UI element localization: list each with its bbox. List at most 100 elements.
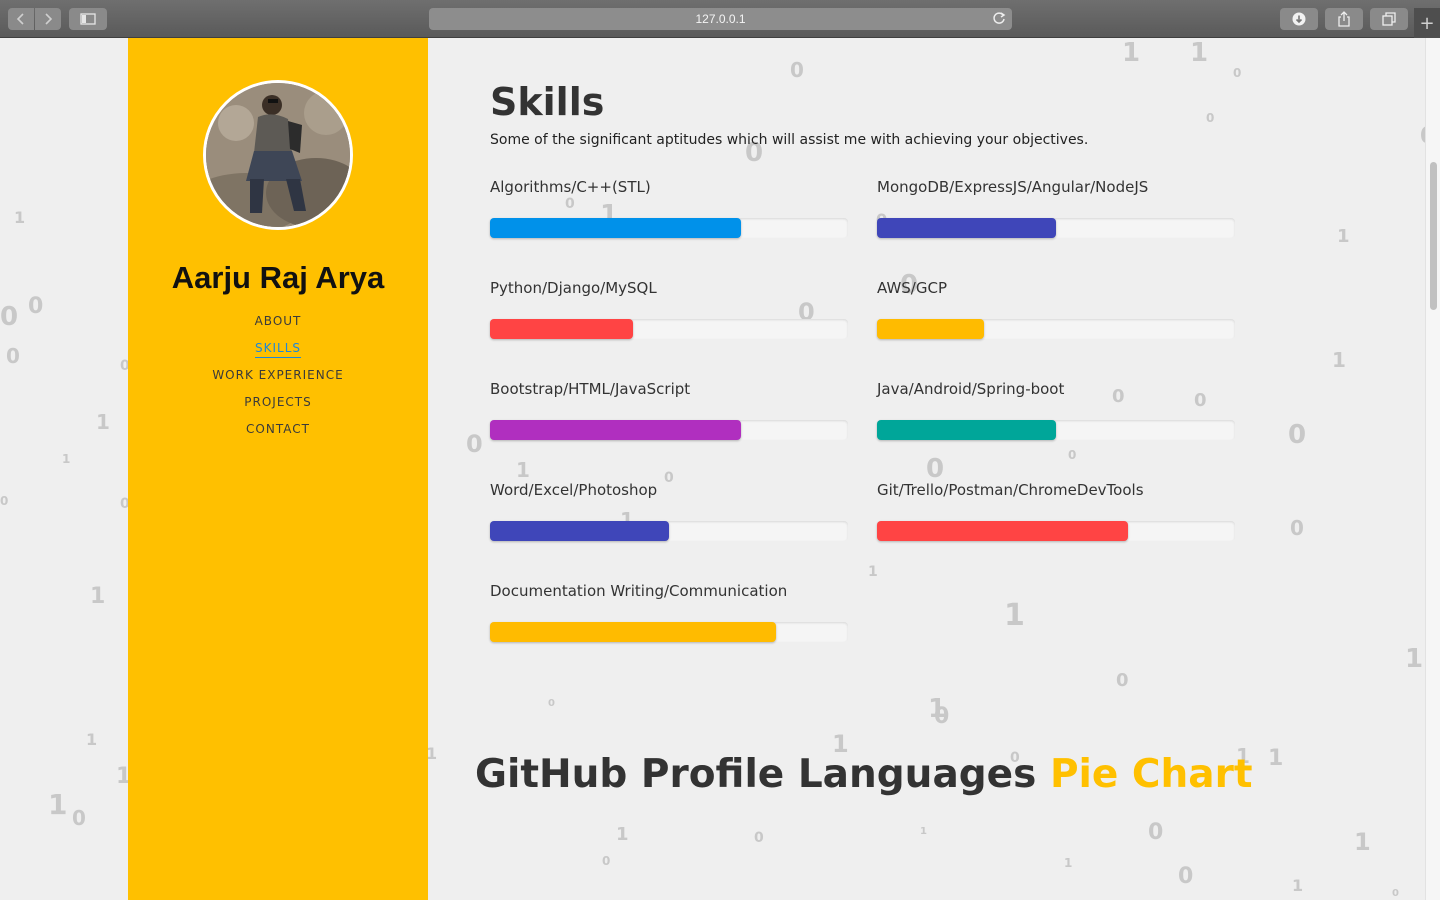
sidebar: Aarju Raj Arya ABOUT SKILLS WORK EXPERIE… xyxy=(128,38,428,900)
sidebar-toggle-button[interactable] xyxy=(69,8,107,30)
sidebar-nav: ABOUT SKILLS WORK EXPERIENCE PROJECTS CO… xyxy=(128,310,428,445)
skill-java: Java/Android/Spring-boot xyxy=(877,380,1235,440)
binary-digit: 0 xyxy=(0,302,19,332)
skill-label: Git/Trello/Postman/ChromeDevTools xyxy=(877,481,1144,499)
skill-label: Python/Django/MySQL xyxy=(490,279,657,297)
new-tab-button[interactable]: + xyxy=(1414,8,1440,38)
forward-button[interactable] xyxy=(35,8,61,30)
address-bar[interactable]: 127.0.0.1 xyxy=(429,8,1012,30)
skill-bar-fill xyxy=(490,319,634,339)
page-scrollbar[interactable] xyxy=(1425,38,1440,900)
skill-web-frontend: Bootstrap/HTML/JavaScript xyxy=(490,380,848,440)
binary-digit: 1 xyxy=(1405,644,1424,674)
nav-link-work-experience[interactable]: WORK EXPERIENCE xyxy=(212,368,343,384)
skill-documentation: Documentation Writing/Communication xyxy=(490,582,848,642)
url-text: 127.0.0.1 xyxy=(695,12,746,26)
binary-digit: 0 xyxy=(28,294,44,319)
owner-name: Aarju Raj Arya xyxy=(171,260,385,295)
nav-link-projects[interactable]: PROJECTS xyxy=(244,395,311,411)
skill-bar-track xyxy=(877,218,1235,238)
skill-cloud: AWS/GCP xyxy=(877,279,1235,339)
downloads-button[interactable] xyxy=(1280,8,1318,30)
binary-digit: 1 xyxy=(14,208,26,227)
binary-digit: 0 xyxy=(1206,111,1215,125)
binary-digit: 1 xyxy=(1122,38,1141,68)
binary-digit: 0 xyxy=(548,698,555,709)
tabs-icon xyxy=(1382,12,1396,26)
skill-bar-track xyxy=(490,319,848,339)
skill-bar-track xyxy=(877,319,1235,339)
nav-item-work-experience: WORK EXPERIENCE xyxy=(128,364,428,391)
binary-digit: 0 xyxy=(602,854,611,868)
binary-digit: 1 xyxy=(1004,598,1025,633)
skill-label: MongoDB/ExpressJS/Angular/NodeJS xyxy=(877,178,1149,196)
skills-title: Skills xyxy=(490,80,605,124)
chevron-left-icon xyxy=(16,13,24,25)
sidebar-icon xyxy=(80,13,96,25)
back-button[interactable] xyxy=(8,8,34,30)
skill-label: Bootstrap/HTML/JavaScript xyxy=(490,380,691,398)
skill-bar-track xyxy=(490,622,848,642)
reload-icon[interactable] xyxy=(992,11,1006,28)
binary-digit: 0 xyxy=(1178,864,1194,889)
skill-python: Python/Django/MySQL xyxy=(490,279,848,339)
pie-heading-main: GitHub Profile Languages xyxy=(475,752,1050,797)
nav-item-about: ABOUT xyxy=(128,310,428,337)
binary-digit: 1 xyxy=(920,826,927,837)
binary-digit: 0 xyxy=(72,806,86,830)
binary-digit: 1 xyxy=(1292,876,1304,895)
nav-item-skills: SKILLS xyxy=(128,337,428,364)
skill-bar-fill xyxy=(490,420,741,440)
nav-item-projects: PROJECTS xyxy=(128,391,428,418)
binary-digit: 0 xyxy=(466,430,483,458)
share-button[interactable] xyxy=(1325,8,1363,30)
binary-digit: 1 xyxy=(1190,38,1209,68)
browser-toolbar: 127.0.0.1 + xyxy=(0,0,1440,38)
nav-link-skills[interactable]: SKILLS xyxy=(254,341,301,358)
skill-bar-fill xyxy=(877,218,1056,238)
binary-digit: 0 xyxy=(754,830,764,846)
binary-digit: 0 xyxy=(6,344,20,368)
tab-overview-button[interactable] xyxy=(1370,8,1408,30)
binary-digit: 1 xyxy=(1064,856,1073,870)
skills-subtitle: Some of the significant aptitudes which … xyxy=(490,132,1089,148)
skill-label: Java/Android/Spring-boot xyxy=(877,380,1065,398)
skill-dev-tools: Git/Trello/Postman/ChromeDevTools xyxy=(877,481,1235,541)
binary-digit: 1 xyxy=(48,788,68,821)
binary-digit: 1 xyxy=(90,584,106,609)
skill-bar-track xyxy=(877,521,1235,541)
binary-digit: 0 xyxy=(790,58,804,82)
pie-chart-heading: GitHub Profile Languages Pie Chart xyxy=(475,752,1253,797)
skill-label: AWS/GCP xyxy=(877,279,947,297)
nav-item-contact: CONTACT xyxy=(128,418,428,445)
skill-bar-fill xyxy=(490,521,669,541)
skill-bar-fill xyxy=(877,521,1128,541)
binary-digit: 0 xyxy=(1290,516,1304,540)
page-viewport: 1100000011010000010100010001001001111001… xyxy=(0,38,1440,900)
skill-label: Algorithms/C++(STL) xyxy=(490,178,651,196)
skill-label: Word/Excel/Photoshop xyxy=(490,481,658,499)
skill-office: Word/Excel/Photoshop xyxy=(490,481,848,541)
binary-digit: 1 xyxy=(96,410,110,434)
binary-digit: 0 xyxy=(565,196,575,212)
skill-bar-fill xyxy=(490,218,741,238)
binary-digit: 1 xyxy=(1354,828,1371,856)
binary-digit: 0 xyxy=(1392,888,1399,899)
binary-digit: 0 xyxy=(0,494,9,508)
binary-digit: 0 xyxy=(1148,820,1164,845)
binary-digit: 1 xyxy=(86,730,98,749)
nav-link-contact[interactable]: CONTACT xyxy=(246,422,310,438)
skill-bar-fill xyxy=(877,420,1056,440)
avatar xyxy=(203,80,353,230)
skill-bar-track xyxy=(490,218,848,238)
binary-digit: 0 xyxy=(1068,448,1077,462)
scroll-thumb[interactable] xyxy=(1430,162,1437,310)
download-icon xyxy=(1292,12,1306,26)
binary-digit: 0 xyxy=(1116,670,1129,691)
binary-digit: 0 xyxy=(934,704,950,729)
skill-label: Documentation Writing/Communication xyxy=(490,582,788,600)
nav-link-about[interactable]: ABOUT xyxy=(255,314,302,330)
skill-bar-fill xyxy=(490,622,777,642)
skill-bar-track xyxy=(877,420,1235,440)
binary-digit: 1 xyxy=(868,564,878,580)
